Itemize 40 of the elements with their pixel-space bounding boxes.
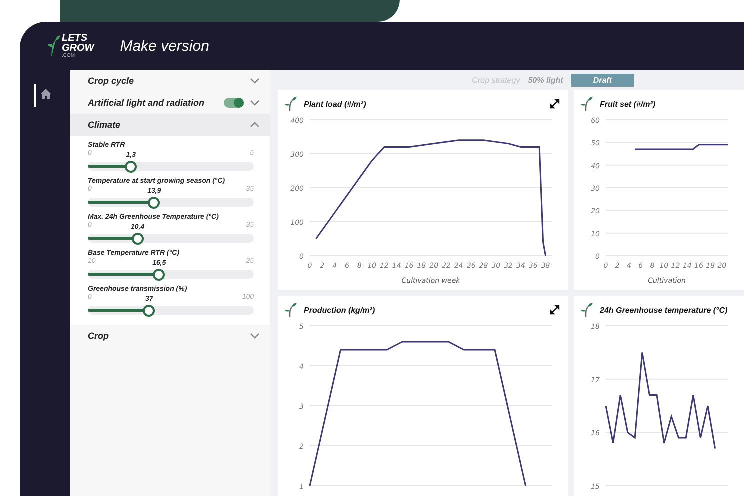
chevron-down-icon[interactable] — [250, 100, 260, 106]
sprout-icon — [284, 302, 298, 318]
section-title: Climate — [88, 120, 121, 130]
chart-title: 24h Greenhouse temperature (°C) — [600, 306, 728, 314]
toggle-switch[interactable] — [224, 98, 244, 108]
logo-text: LETS — [62, 34, 89, 44]
sprout-icon — [580, 302, 594, 318]
chart-title: Fruit set (#/m²) — [600, 100, 656, 108]
slider-track[interactable] — [88, 270, 254, 279]
chevron-up-icon[interactable] — [250, 122, 260, 128]
slider-thumb[interactable] — [143, 305, 156, 317]
slider-track[interactable] — [88, 306, 254, 315]
sprout-icon — [580, 96, 594, 112]
window-title: Make version — [120, 38, 210, 54]
status-badge: Draft — [571, 74, 634, 86]
chart-title: Plant load (#/m²) — [304, 100, 366, 108]
chevron-down-icon[interactable] — [250, 333, 260, 339]
section-title: Artificial light and radiation — [88, 98, 205, 108]
slider-thumb[interactable] — [148, 197, 160, 209]
home-icon — [40, 88, 52, 100]
strategy-value: 50% light — [528, 76, 564, 84]
section-title: Crop — [88, 331, 109, 341]
slider-track[interactable] — [88, 162, 254, 171]
slider-track[interactable] — [88, 234, 254, 243]
slider-thumb[interactable] — [132, 233, 144, 245]
section-header[interactable]: Climate — [70, 114, 270, 136]
chevron-down-icon[interactable] — [250, 78, 260, 84]
slider-thumb[interactable] — [153, 269, 166, 281]
sprout-icon — [284, 96, 298, 112]
slider-thumb[interactable] — [125, 161, 138, 173]
leaf-icon — [48, 35, 60, 57]
section-header[interactable]: Crop — [70, 325, 270, 347]
section-title: Crop cycle — [88, 76, 134, 86]
logo-text: GROW — [62, 44, 94, 54]
section-header[interactable]: Crop cycle — [70, 70, 270, 92]
section-header[interactable]: Artificial light and radiation — [70, 92, 270, 114]
slider-track[interactable] — [88, 198, 254, 207]
chart-title: Production (kg/m²) — [304, 306, 376, 314]
expand-icon[interactable] — [550, 305, 560, 315]
expand-icon[interactable] — [550, 99, 560, 109]
